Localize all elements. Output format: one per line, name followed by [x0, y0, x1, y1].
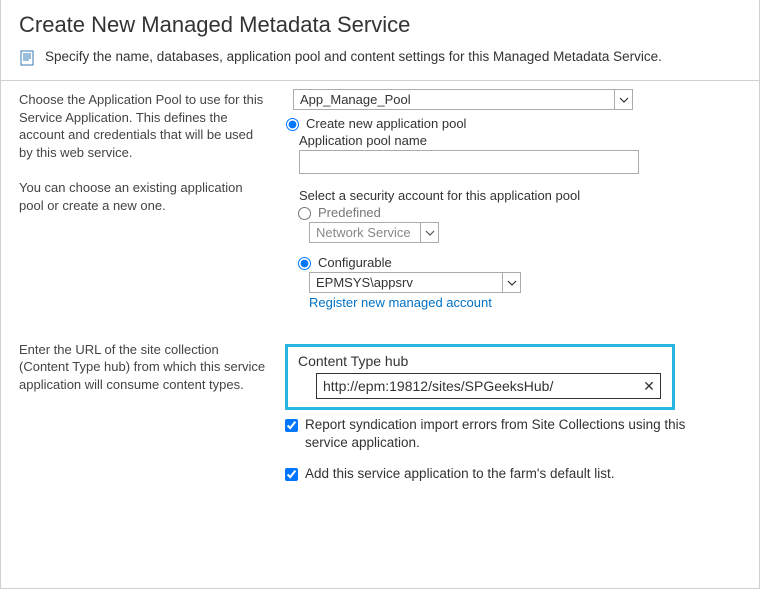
spacer [19, 233, 267, 341]
hub-input-wrap: ✕ [316, 373, 661, 399]
predefined-radio[interactable] [298, 207, 311, 220]
add-default-checkbox[interactable] [285, 468, 298, 481]
predefined-select-value: Network Service [316, 225, 411, 240]
create-pool-label: Create new application pool [306, 116, 466, 131]
intro-row: Specify the name, databases, application… [19, 48, 741, 72]
add-default-label: Add this service application to the farm… [305, 465, 614, 483]
configurable-group: EPMSYS\appsrv Register new managed accou… [309, 272, 741, 310]
register-account-link[interactable]: Register new managed account [309, 295, 492, 310]
pool-name-input[interactable] [299, 150, 639, 174]
hub-description: Enter the URL of the site collection (Co… [19, 341, 267, 394]
create-pool-radio-row: Create new application pool [281, 116, 741, 131]
app-pool-description-1: Choose the Application Pool to use for t… [19, 91, 267, 161]
pool-name-section: Application pool name [299, 133, 741, 174]
app-pool-description-2: You can choose an existing application p… [19, 179, 267, 214]
configurable-radio[interactable] [298, 257, 311, 270]
dialog-title: Create New Managed Metadata Service [19, 12, 741, 38]
chevron-down-icon [420, 223, 438, 242]
create-pool-radio[interactable] [286, 118, 299, 131]
report-errors-checkbox[interactable] [285, 419, 298, 432]
right-column: App_Manage_Pool Create new application p… [281, 81, 759, 542]
report-errors-row: Report syndication import errors from Si… [281, 416, 741, 452]
configurable-label: Configurable [318, 255, 392, 270]
document-icon [19, 50, 35, 66]
existing-pool-value: App_Manage_Pool [300, 92, 411, 107]
configurable-select[interactable]: EPMSYS\appsrv [309, 272, 521, 293]
predefined-select[interactable]: Network Service [309, 222, 439, 243]
clear-icon[interactable]: ✕ [638, 374, 660, 398]
predefined-radio-row: Predefined [293, 205, 741, 220]
security-label: Select a security account for this appli… [299, 188, 741, 203]
content-type-hub-box: Content Type hub ✕ [285, 344, 675, 410]
pool-name-label: Application pool name [299, 133, 741, 148]
hub-url-input[interactable] [317, 375, 638, 397]
predefined-select-row: Network Service [309, 222, 741, 243]
security-section: Select a security account for this appli… [299, 188, 741, 310]
left-column: Choose the Application Pool to use for t… [1, 81, 281, 542]
configurable-select-value: EPMSYS\appsrv [316, 275, 413, 290]
existing-pool-row: App_Manage_Pool [293, 89, 741, 110]
existing-pool-select[interactable]: App_Manage_Pool [293, 89, 633, 110]
dialog: Create New Managed Metadata Service Spec… [0, 0, 760, 589]
dialog-header: Create New Managed Metadata Service Spec… [1, 0, 759, 80]
configurable-radio-row: Configurable [293, 255, 741, 270]
chevron-down-icon [614, 90, 632, 109]
report-errors-label: Report syndication import errors from Si… [305, 416, 705, 452]
chevron-down-icon [502, 273, 520, 292]
intro-text: Specify the name, databases, application… [45, 48, 662, 66]
predefined-label: Predefined [318, 205, 381, 220]
hub-label: Content Type hub [298, 353, 662, 369]
content-columns: Choose the Application Pool to use for t… [1, 80, 759, 542]
add-default-row: Add this service application to the farm… [281, 465, 741, 484]
